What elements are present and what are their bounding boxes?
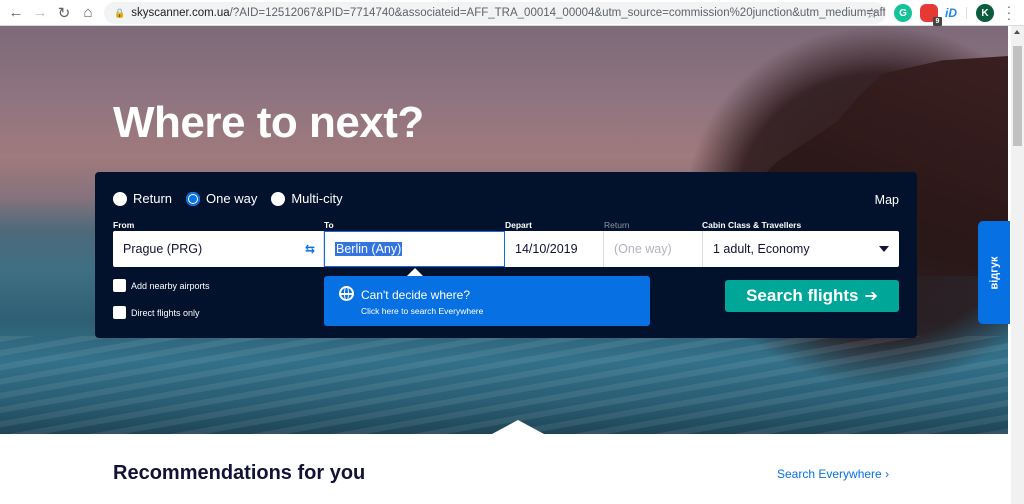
flight-search-panel: Return One way Multi-city Map From To De… — [95, 172, 917, 338]
reload-button[interactable]: ↻ — [52, 1, 76, 25]
extension-badge: 9 — [933, 17, 942, 26]
cabin-travellers-select[interactable]: 1 adult, Economy — [703, 231, 899, 267]
address-bar[interactable]: 🔒 skyscanner.com.ua /?AID=12512067&PID=7… — [104, 2, 886, 24]
toolbar-divider — [966, 7, 967, 19]
nearby-airports-checkbox[interactable]: Add nearby airports — [113, 279, 210, 292]
lock-icon: 🔒 — [114, 7, 126, 18]
reload-icon: ↻ — [57, 4, 71, 22]
suggestion-title: Can't decide where? — [361, 288, 471, 302]
url-path: /?AID=12512067&PID=7714740&associateid=A… — [229, 7, 886, 19]
hero-title: Where to next? — [113, 98, 424, 147]
scrollbar-thumb[interactable] — [1013, 46, 1022, 146]
feedback-tab[interactable]: відгук — [978, 221, 1010, 324]
to-label: To — [324, 220, 334, 230]
browser-menu-icon[interactable]: · · · — [1004, 0, 1014, 25]
cabin-label: Cabin Class & Travellers — [702, 220, 802, 230]
map-link[interactable]: Map — [875, 193, 899, 207]
bookmark-star-icon[interactable]: ☆ — [865, 5, 878, 22]
radio-one-way[interactable]: One way — [186, 191, 257, 206]
from-label: From — [113, 220, 135, 230]
url-domain: skyscanner.com.ua — [131, 7, 230, 19]
to-input-value: Berlin (Any) — [335, 242, 403, 256]
depart-date-input[interactable]: 14/10/2019 — [505, 231, 604, 267]
scroll-up-arrow-icon[interactable] — [1014, 30, 1020, 34]
hero-banner: Where to next? Return One way Multi-city… — [0, 26, 1008, 434]
radio-return[interactable]: Return — [113, 191, 172, 206]
arrow-left-icon: ← — [8, 4, 24, 21]
hero-notch — [492, 420, 544, 434]
browser-toolbar: ← → ↻ ⌂ 🔒 skyscanner.com.ua /?AID=125120… — [0, 0, 1024, 26]
id-extension-icon[interactable]: iD — [942, 4, 960, 22]
swap-icon[interactable]: ⇆ — [305, 242, 315, 256]
recommendations-heading: Recommendations for you — [113, 462, 366, 484]
direct-flights-checkbox[interactable]: Direct flights only — [113, 306, 200, 319]
back-button[interactable]: ← — [4, 1, 28, 25]
globe-icon — [339, 286, 354, 301]
radio-indicator-checked — [186, 191, 201, 206]
home-button[interactable]: ⌂ — [76, 1, 100, 25]
radio-indicator — [113, 191, 127, 206]
page-scrollbar[interactable] — [1011, 26, 1024, 504]
return-date-input[interactable]: (One way) — [604, 231, 703, 267]
chevron-down-icon — [879, 246, 889, 252]
grammarly-extension-icon[interactable]: G — [894, 4, 912, 22]
search-fields-row: Prague (PRG) ⇆ Berlin (Any) 14/10/2019 (… — [113, 231, 899, 267]
chevron-right-icon: › — [885, 467, 890, 481]
search-everywhere-link[interactable]: Search Everywhere › — [777, 467, 889, 481]
radio-indicator — [271, 191, 286, 206]
search-everywhere-suggestion[interactable]: Can't decide where? Click here to search… — [324, 276, 650, 326]
to-input[interactable]: Berlin (Any) — [324, 231, 505, 267]
forward-button[interactable]: → — [28, 1, 52, 25]
trip-type-radios: Return One way Multi-city — [113, 191, 357, 206]
suggestion-subtitle: Click here to search Everywhere — [361, 306, 484, 316]
dropdown-pointer — [407, 268, 423, 276]
opera-extension-icon[interactable]: 9 — [920, 4, 942, 26]
arrow-right-icon: → — [32, 4, 48, 21]
depart-label: Depart — [505, 220, 532, 230]
search-flights-button[interactable]: Search flights ➔ — [725, 280, 899, 312]
checkbox-box — [113, 279, 126, 292]
radio-multi-city[interactable]: Multi-city — [271, 191, 343, 206]
arrow-right-icon: ➔ — [864, 288, 878, 305]
profile-avatar[interactable]: K — [976, 4, 994, 22]
return-label: Return — [604, 220, 630, 230]
from-input[interactable]: Prague (PRG) ⇆ — [113, 231, 324, 267]
checkbox-box — [113, 306, 126, 319]
home-icon: ⌂ — [83, 4, 93, 21]
